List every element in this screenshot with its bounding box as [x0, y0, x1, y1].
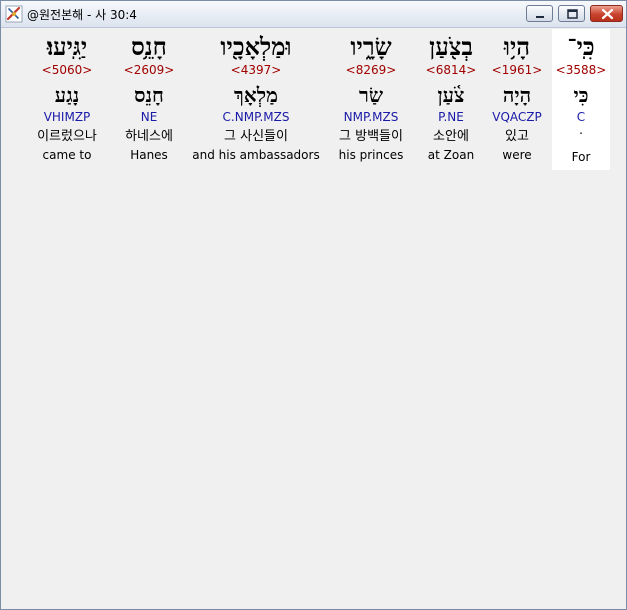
- strong-number[interactable]: <2609>: [115, 62, 183, 78]
- window-title: @원전본해 - 사 30:4: [27, 8, 137, 22]
- english-gloss: and his ambassadors: [192, 148, 320, 162]
- korean-gloss: 하네스에: [125, 129, 173, 144]
- english-gloss: Hanes: [130, 148, 168, 162]
- korean-gloss: 이르렀으나: [37, 129, 97, 144]
- strong-number[interactable]: <4397>: [190, 62, 322, 78]
- strong-number[interactable]: <8269>: [329, 62, 413, 78]
- maximize-icon: [567, 9, 578, 19]
- korean-gloss: 그 사신들이: [224, 129, 288, 144]
- word-column-2[interactable]: הָי֥וּ <1961> הָיָה VQACZP 있고 were: [488, 29, 546, 170]
- hebrew-word[interactable]: שָׂרָ֑יו: [329, 33, 413, 61]
- morphology-code[interactable]: NMP.MZS: [329, 109, 413, 125]
- word-column-3[interactable]: בְצֹ֖עַן <6814> צֹ֫עַן P.NE 소안에 at Zoan: [421, 29, 481, 170]
- morphology-code[interactable]: VQACZP: [488, 109, 546, 125]
- korean-gloss: 있고: [505, 129, 529, 144]
- korean-gloss: .: [579, 123, 583, 137]
- morphology-code[interactable]: C.NMP.MZS: [190, 109, 322, 125]
- hebrew-word[interactable]: בְצֹ֖עַן: [421, 33, 481, 61]
- strong-number[interactable]: <6814>: [421, 62, 481, 78]
- word-column-1[interactable]: כִּֽי־ <3588> כִּי C . For: [552, 29, 610, 170]
- word-column-5[interactable]: וּמַלְאָכָ֖יו <4397> מַלְאָךְ C.NMP.MZS …: [190, 29, 322, 170]
- english-gloss: at Zoan: [427, 148, 475, 162]
- minimize-icon: [536, 16, 544, 18]
- minimize-button[interactable]: [526, 5, 553, 22]
- app-window: @원전본해 - 사 30:4 כִּֽי־ <3588> כִּי C . Fo…: [0, 0, 627, 610]
- maximize-button[interactable]: [558, 5, 585, 22]
- app-icon[interactable]: [5, 5, 23, 23]
- verse-panel: כִּֽי־ <3588> כִּי C . For הָי֥וּ <1961>…: [3, 29, 624, 607]
- strong-number[interactable]: <3588>: [552, 62, 610, 78]
- hebrew-word[interactable]: יַגִּֽיעוּ׃: [25, 33, 109, 61]
- word-column-6[interactable]: חָנֵ֥ס <2609> חָנֵס NE 하네스에 Hanes: [115, 29, 183, 170]
- word-column-4[interactable]: שָׂרָ֑יו <8269> שַׂר NMP.MZS 그 방백들이 his …: [329, 29, 413, 170]
- lexical-form[interactable]: נָגַע: [25, 81, 109, 109]
- english-gloss: were: [502, 148, 532, 162]
- close-button[interactable]: [590, 5, 623, 22]
- hebrew-word[interactable]: וּמַלְאָכָ֖יו: [190, 33, 322, 61]
- lexical-form[interactable]: חָנֵס: [115, 81, 183, 109]
- hebrew-word[interactable]: כִּֽי־: [552, 33, 610, 61]
- lexical-form[interactable]: מַלְאָךְ: [190, 81, 322, 109]
- hebrew-word[interactable]: חָנֵ֥ס: [115, 33, 183, 61]
- lexical-form[interactable]: הָיָה: [488, 81, 546, 109]
- lexical-form[interactable]: צֹ֫עַן: [421, 81, 481, 109]
- english-gloss: came to: [42, 148, 92, 162]
- word-column-7[interactable]: יַגִּֽיעוּ׃ <5060> נָגַע VHIMZP 이르렀으나 ca…: [25, 29, 109, 170]
- morphology-code[interactable]: P.NE: [421, 109, 481, 125]
- hebrew-word[interactable]: הָי֥וּ: [488, 33, 546, 61]
- morphology-code[interactable]: NE: [115, 109, 183, 125]
- strong-number[interactable]: <1961>: [488, 62, 546, 78]
- morphology-code[interactable]: VHIMZP: [25, 109, 109, 125]
- english-gloss: his princes: [338, 148, 404, 162]
- strong-number[interactable]: <5060>: [25, 62, 109, 78]
- close-icon: [601, 8, 614, 20]
- title-bar[interactable]: @원전본해 - 사 30:4: [1, 1, 626, 28]
- korean-gloss: 그 방백들이: [339, 129, 403, 144]
- lexical-form[interactable]: כִּי: [552, 81, 610, 109]
- english-gloss: For: [571, 150, 591, 164]
- lexical-form[interactable]: שַׂר: [329, 81, 413, 109]
- korean-gloss: 소안에: [433, 129, 469, 144]
